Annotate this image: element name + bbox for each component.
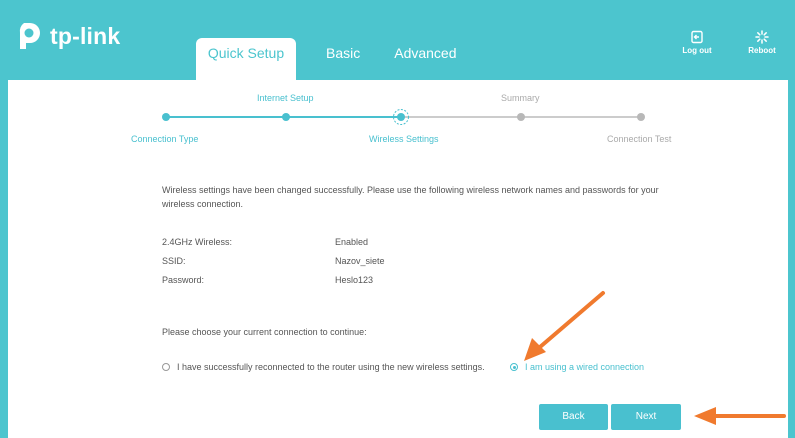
step-label-wireless-settings: Wireless Settings <box>369 134 439 144</box>
info-value-password: Heslo123 <box>335 275 374 285</box>
step-dot-connection-type <box>162 113 170 121</box>
step-label-summary: Summary <box>501 93 540 103</box>
step-dot-summary <box>517 113 525 121</box>
option-wireless-label: I have successfully reconnected to the r… <box>177 362 485 372</box>
option-wired-connection[interactable]: I am using a wired connection <box>510 362 644 372</box>
step-label-connection-type: Connection Type <box>131 134 199 144</box>
info-value-ssid: Nazov_siete <box>335 256 385 266</box>
radio-wired-connection[interactable] <box>510 363 518 371</box>
info-label-ssid: SSID: <box>162 256 186 266</box>
step-dot-connection-test <box>637 113 645 121</box>
option-wireless-reconnected[interactable]: I have successfully reconnected to the r… <box>162 362 485 372</box>
setup-stepper <box>162 109 645 125</box>
info-label-password: Password: <box>162 275 205 285</box>
success-message: Wireless settings have been changed succ… <box>162 185 659 209</box>
next-button[interactable]: Next <box>611 404 681 430</box>
info-label-wireless: 2.4GHz Wireless: <box>162 237 233 247</box>
option-wired-label: I am using a wired connection <box>525 362 645 372</box>
step-dot-internet-setup <box>282 113 290 121</box>
step-label-internet-setup: Internet Setup <box>257 93 314 103</box>
step-dot-wireless-settings <box>397 113 405 121</box>
step-label-connection-test: Connection Test <box>607 134 672 144</box>
choose-connection-prompt: Please choose your current connection to… <box>162 327 367 337</box>
info-value-wireless: Enabled <box>335 237 369 247</box>
back-button[interactable]: Back <box>539 404 608 430</box>
radio-wireless-reconnected[interactable] <box>162 363 170 371</box>
